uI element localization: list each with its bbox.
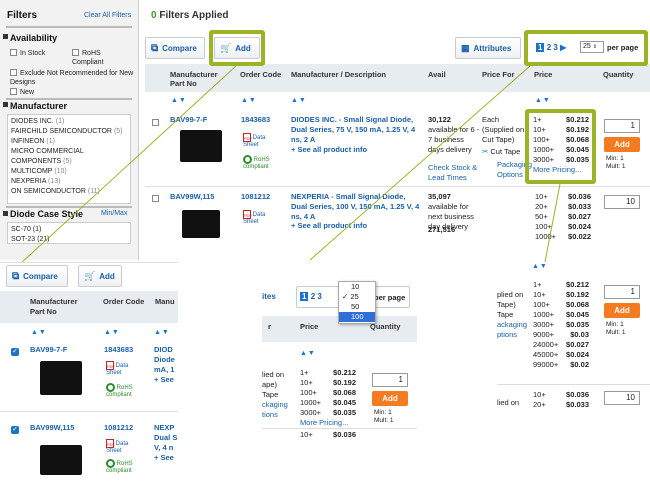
product-description-link[interactable]: NEXP Dual S V, 4 n + See (154, 423, 178, 463)
product-image[interactable] (40, 445, 82, 475)
rohs-badge: RoHS compliant (106, 383, 146, 399)
price-breaks: 10+ $0.036 20+ $0.033 (533, 390, 589, 409)
price-for-fragment: lied on (497, 398, 520, 407)
pdf-icon: PDF (106, 439, 115, 448)
more-pricing-link[interactable]: More Pricing... (300, 418, 356, 428)
order-code-link[interactable]: 1081212 (104, 423, 133, 433)
option-25[interactable]: ✓ 25 (339, 292, 375, 302)
cart-icon: 🛒 (84, 270, 96, 281)
page-1[interactable]: 1 (300, 292, 309, 301)
quantity-input[interactable]: 1 (604, 285, 640, 299)
per-page-dropdown[interactable]: 10 ✓ 25 50 100 (338, 281, 376, 324)
per-page-label: per page (374, 293, 406, 302)
header-mfr-part[interactable]: Manufacturer Part No (30, 297, 90, 317)
pdf-icon: PDF (106, 361, 115, 370)
order-code-link[interactable]: 1843683 (104, 345, 133, 355)
sort-arrows-price[interactable]: ▲▼ (300, 350, 316, 357)
price-breaks-expanded: 1+ $0.212 10+ $0.192 100+ $0.068 1000+ $0.04… (533, 280, 589, 369)
add-to-cart-button[interactable]: Add (372, 391, 408, 406)
sort-arrows-part[interactable]: ▲▼ (31, 329, 47, 336)
part-number-link[interactable]: BAV99-7-F (30, 345, 67, 355)
zoom-compare-panel: ⧉ Compare 🛒 Add Manufacturer Part No Order… (0, 262, 178, 494)
part-number-link[interactable]: BAV99W,115 (30, 423, 74, 433)
header-order-code[interactable]: Order Code (103, 297, 144, 306)
min-mult: Min: 1 Mult: 1 (374, 409, 394, 424)
page-2[interactable]: 2 (311, 292, 315, 301)
pagination: 1 2 3 (300, 292, 322, 301)
quantity-input[interactable]: 10 (604, 391, 640, 405)
rohs-icon (106, 459, 115, 468)
header-price-for[interactable]: r (268, 322, 271, 331)
compare-icon: ⧉ (12, 270, 20, 282)
add-button[interactable]: 🛒 Add (78, 265, 122, 287)
sort-arrows-desc[interactable]: ▲▼ (154, 329, 170, 336)
check-icon: ✓ (342, 292, 349, 301)
price-breaks: 1+ $0.212 10+ $0.192 100+ $0.068 1000+ $0.04… (300, 368, 356, 428)
sort-arrows-price[interactable]: ▲▼ (532, 263, 548, 270)
compare-button[interactable]: ⧉ Compare (6, 265, 68, 287)
option-100[interactable]: 100 (339, 312, 375, 322)
attributes-button-fragment[interactable]: ites (262, 292, 276, 301)
min-mult: Min: 1 Mult: 1 (606, 321, 626, 336)
datasheet-link[interactable]: PDF Data Sheet (106, 361, 136, 377)
table-header: Manufacturer Part No Order Code Manu (0, 291, 178, 323)
quantity-input[interactable]: 1 (372, 373, 408, 387)
add-to-cart-button[interactable]: Add (604, 303, 640, 318)
option-50[interactable]: 50 (339, 302, 375, 312)
header-price[interactable]: Price (300, 322, 318, 331)
price-breaks: 10+ $0.036 (300, 430, 356, 439)
product-description-link[interactable]: DIOD Diode mA, 1 + See (154, 345, 178, 385)
price-for-fragments: plied on Tape) Tape ackaging ptions (497, 290, 528, 339)
rohs-badge: RoHS compliant (106, 459, 146, 475)
sort-arrows-order[interactable]: ▲▼ (104, 329, 120, 336)
rohs-icon (106, 383, 115, 392)
row-checkbox-checked[interactable]: ✓ (11, 345, 19, 356)
row-checkbox-checked[interactable]: ✓ (11, 423, 19, 434)
price-for-fragments: lied on ape) Tape ckaging tions (262, 370, 288, 419)
datasheet-link[interactable]: PDF Data Sheet (106, 439, 136, 455)
product-image[interactable] (40, 361, 82, 395)
option-10[interactable]: 10 (339, 282, 375, 292)
page-3[interactable]: 3 (317, 292, 321, 301)
header-manu[interactable]: Manu (155, 297, 175, 306)
zoom-more-pricing-panel: ▲▼ plied on Tape) Tape ackaging ptions 1+ $0.… (497, 262, 650, 494)
